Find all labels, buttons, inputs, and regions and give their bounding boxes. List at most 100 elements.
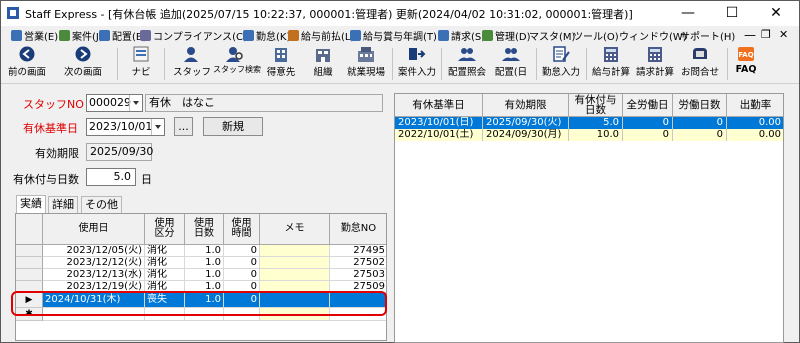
customer-button[interactable]: 得意先: [263, 46, 299, 82]
tab-jisseki[interactable]: 実績: [16, 195, 46, 214]
payroll-button[interactable]: 給与計算: [589, 46, 633, 82]
grant-row-expiry[interactable]: 2025/09/30(火): [483, 117, 569, 129]
tab-shosai[interactable]: 詳細: [48, 196, 78, 213]
table-row-hours[interactable]: 0: [224, 269, 260, 281]
grant-row-work-days[interactable]: 0: [673, 129, 727, 141]
table-row-hours[interactable]: 0: [224, 257, 260, 269]
table-row-memo[interactable]: [260, 257, 330, 269]
menu-window[interactable]: ウィンドウ(W): [619, 28, 687, 43]
child-restore-button[interactable]: ❐: [761, 28, 771, 41]
table-row-days[interactable]: 1.0: [185, 257, 224, 269]
table-row-kind[interactable]: 消化: [145, 245, 185, 257]
job-input-icon: [408, 46, 426, 62]
menu-compliance[interactable]: コンプライアンス(C): [140, 28, 247, 43]
workplace-button[interactable]: 就業現場: [343, 46, 389, 82]
table-row-hours[interactable]: 0: [224, 245, 260, 257]
expiry-label: 有効期限: [35, 147, 79, 160]
row-header[interactable]: [16, 269, 43, 281]
grant-row-rate[interactable]: 0.00: [727, 129, 783, 141]
staff-search-button[interactable]: スタッフ検索: [213, 46, 261, 82]
minimize-button[interactable]: —: [666, 1, 710, 25]
grant-expiry-header: 有効期限: [483, 94, 569, 117]
table-row-kind[interactable]: 消化: [145, 269, 185, 281]
job-input-button[interactable]: 案件入力: [395, 46, 439, 82]
table-row-days[interactable]: 1.0: [185, 269, 224, 281]
close-button[interactable]: ✕: [754, 1, 798, 25]
compliance-menu-icon: [140, 30, 151, 41]
table-row-no[interactable]: 27502: [330, 257, 386, 269]
back-button[interactable]: 前の画面: [3, 46, 51, 82]
attendance-input-icon: [552, 46, 570, 62]
grant-row-all-days[interactable]: 0: [623, 117, 673, 129]
faq-icon: FAQ: [737, 46, 755, 62]
usage-table: 使用日 使用 区分 使用 日数 使用 時間 メモ 勤怠NO 2023/12/05…: [15, 213, 387, 341]
chevron-down-icon[interactable]: [151, 119, 164, 135]
child-minimize-button[interactable]: —: [744, 28, 756, 42]
table-row-no[interactable]: 27503: [330, 269, 386, 281]
faq-button[interactable]: FAQ FAQ: [731, 46, 761, 82]
chevron-down-icon[interactable]: [129, 95, 142, 111]
admin-menu-icon: [482, 30, 493, 41]
svg-text:FAQ: FAQ: [738, 51, 753, 59]
menu-seikyu[interactable]: 請求(S): [438, 28, 485, 43]
grant-row-base[interactable]: 2023/10/01(日): [395, 117, 483, 129]
child-close-button[interactable]: ✕: [779, 28, 788, 41]
grant-row-expiry[interactable]: 2024/09/30(月): [483, 129, 569, 141]
attendance-input-button[interactable]: 勤怠入力: [539, 46, 583, 82]
menu-kyuyo[interactable]: 給与賞与年調(T): [350, 28, 437, 43]
menu-maebarai[interactable]: 給与前払(L): [288, 28, 354, 43]
row-header[interactable]: [16, 257, 43, 269]
grant-days-input[interactable]: 5.0: [86, 168, 136, 186]
ellipsis-button[interactable]: ...: [174, 117, 193, 136]
tab-sonota[interactable]: その他: [81, 196, 122, 213]
table-row-date[interactable]: 2023/12/05(火): [43, 245, 145, 257]
workplace-icon: [357, 46, 375, 62]
row-header[interactable]: [16, 245, 43, 257]
staff-button[interactable]: スタッフ: [173, 46, 211, 82]
assignment-daily-button[interactable]: 配置(日: [491, 46, 531, 82]
table-row-date[interactable]: 2023/12/13(水): [43, 269, 145, 281]
maximize-button[interactable]: ☐: [710, 1, 754, 25]
toolbar-separator: [164, 48, 165, 80]
usage-kind-header: 使用 区分: [145, 214, 185, 245]
forward-button[interactable]: 次の画面: [55, 46, 111, 82]
billing-button[interactable]: 請求計算: [633, 46, 677, 82]
window-title: Staff Express - [有休台帳 追加(2025/07/15 10:2…: [25, 8, 633, 21]
assignment-inquiry-button[interactable]: 配置照会: [445, 46, 489, 82]
customer-icon: [272, 46, 290, 62]
menu-tools[interactable]: ツール(O): [573, 28, 619, 43]
table-row-memo[interactable]: [260, 245, 330, 257]
grant-row-days[interactable]: 10.0: [569, 129, 623, 141]
menu-support[interactable]: サポート(H): [680, 28, 735, 43]
menu-eigyo[interactable]: 営業(E): [11, 28, 58, 43]
grant-table: 有休基準日 有効期限 有休付与 日数 全労働日 労働日数 出勤率 2023/10…: [394, 93, 784, 343]
inquiry-button[interactable]: お問合せ: [677, 46, 723, 82]
table-row-days[interactable]: 1.0: [185, 245, 224, 257]
grant-row-all-days[interactable]: 0: [623, 129, 673, 141]
menu-master[interactable]: マスタ(M): [529, 28, 575, 43]
grant-row-rate[interactable]: 0.00: [727, 117, 783, 129]
table-row-date[interactable]: 2023/12/12(火): [43, 257, 145, 269]
staff-no-combo[interactable]: 000029: [86, 94, 143, 112]
menu-kintai[interactable]: 勤怠(K): [243, 28, 290, 43]
grant-row-base[interactable]: 2022/10/01(土): [395, 129, 483, 141]
attendance-rate-header: 出勤率: [727, 94, 783, 117]
grant-days-header: 有休付与 日数: [569, 94, 623, 117]
grant-row-work-days[interactable]: 0: [673, 117, 727, 129]
title-bar: Staff Express - [有休台帳 追加(2025/07/15 10:2…: [1, 1, 799, 26]
payroll-menu-icon: [350, 30, 361, 41]
highlight-annotation: [11, 291, 387, 316]
grant-days-unit: 日: [141, 173, 152, 186]
organization-button[interactable]: 組織: [307, 46, 339, 82]
menu-kanri[interactable]: 管理(D): [482, 28, 531, 43]
navi-button[interactable]: ナビ: [125, 46, 157, 82]
new-button[interactable]: 新規: [203, 117, 263, 136]
forward-arrow-icon: [74, 46, 92, 62]
table-row-memo[interactable]: [260, 269, 330, 281]
table-row-no[interactable]: 27495: [330, 245, 386, 257]
menu-anken[interactable]: 案件(J): [59, 28, 103, 43]
staff-icon: [182, 46, 200, 62]
base-date-combo[interactable]: 2023/10/01: [86, 118, 165, 136]
grant-row-days[interactable]: 5.0: [569, 117, 623, 129]
table-row-kind[interactable]: 消化: [145, 257, 185, 269]
